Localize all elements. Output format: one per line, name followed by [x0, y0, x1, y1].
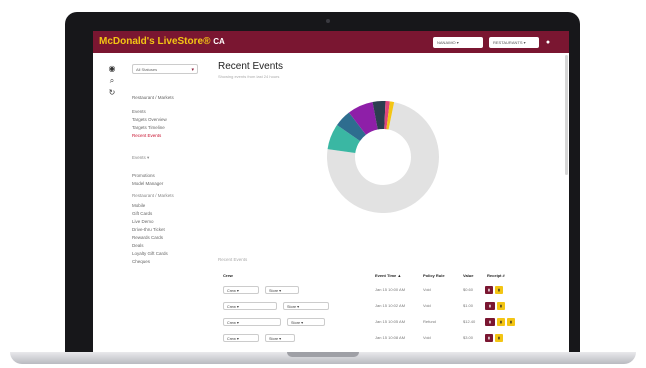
- table-row[interactable]: Crew ▾ Store ▾ Jan 15 10:08 AM Void $3.0…: [217, 331, 537, 347]
- store-select[interactable]: NANAIMO ▾: [433, 37, 483, 48]
- store-select[interactable]: Store ▾: [265, 286, 299, 294]
- flag-button[interactable]: ▮: [507, 318, 515, 326]
- refresh-icon[interactable]: ↻: [107, 88, 117, 98]
- store-select[interactable]: Store ▾: [287, 318, 325, 326]
- nav-item-loyalty-gift-cards[interactable]: Loyalty Gift Cards: [132, 250, 202, 258]
- nav-item-cheques[interactable]: Cheques: [132, 258, 202, 266]
- event-time: Jan 15 10:08 AM: [375, 335, 406, 340]
- store-select[interactable]: Store ▾: [283, 302, 329, 310]
- col-crew[interactable]: Crew: [223, 273, 233, 278]
- receipt-button[interactable]: ▮: [485, 302, 495, 310]
- status-select-value: All Statuses: [136, 67, 158, 72]
- nav-item-gift-cards[interactable]: Gift Cards: [132, 210, 202, 218]
- table-row[interactable]: Crew ▾ Store ▾ Jan 15 10:05 AM Refund $1…: [217, 315, 537, 331]
- brand-region: CA: [213, 37, 225, 46]
- nav-item-live-demo[interactable]: Live Demo: [132, 218, 202, 226]
- brand-name: McDonald's LiveStore®: [99, 36, 211, 47]
- table-row[interactable]: Crew ▾ Store ▾ Jan 15 10:02 AM Void $1.0…: [217, 299, 537, 315]
- nav-item-events[interactable]: Events: [132, 108, 202, 116]
- policy-rule: Void: [423, 335, 431, 340]
- receipt-button[interactable]: ▮: [485, 318, 495, 326]
- table-header: Crew Event Time ▲ Policy Rule Value Rece…: [217, 273, 537, 283]
- scrollbar[interactable]: [565, 55, 568, 175]
- receipt-button[interactable]: ▮: [485, 334, 493, 342]
- nav-item-drive-thru[interactable]: Drive-thru Ticket: [132, 226, 202, 234]
- crew-select[interactable]: Crew ▾: [223, 302, 277, 310]
- value: $12.40: [463, 319, 476, 324]
- policy-rule: Void: [423, 287, 431, 292]
- nav-item-targets-overview[interactable]: Targets Overview: [132, 116, 202, 124]
- user-icon[interactable]: ●: [543, 37, 553, 48]
- nav-item-mobile[interactable]: Mobile: [132, 202, 202, 210]
- col-receipt[interactable]: Receipt #: [487, 273, 505, 278]
- laptop-notch: [287, 352, 359, 357]
- sidebar-icons: ◉ ⌕ ↻: [107, 64, 119, 100]
- value: $1.00: [463, 303, 474, 308]
- policy-rule: Refund: [423, 319, 436, 324]
- restaurant-select[interactable]: RESTAURANTS ▾: [489, 37, 539, 48]
- col-event-time[interactable]: Event Time ▲: [375, 273, 401, 278]
- receipt-button[interactable]: ▮: [485, 286, 493, 294]
- event-time: Jan 15 10:02 AM: [375, 303, 406, 308]
- nav-group-events[interactable]: Events ▾: [132, 154, 202, 162]
- crew-select[interactable]: Crew ▾: [223, 286, 259, 294]
- crew-select[interactable]: Crew ▾: [223, 334, 259, 342]
- section-label: Recent Events: [218, 257, 248, 262]
- nav-item-deals[interactable]: Deals: [132, 242, 202, 250]
- col-policy-rule[interactable]: Policy Rule: [423, 273, 445, 278]
- page-title: Recent Events: [218, 61, 284, 72]
- crew-select[interactable]: Crew ▾: [223, 318, 281, 326]
- chevron-down-icon: ▾: [191, 67, 194, 73]
- col-value[interactable]: Value: [463, 273, 473, 278]
- nav-item-targets-timeline[interactable]: Targets Timeline: [132, 124, 202, 132]
- sidebar-nav: All Statuses ▾ Restaurant / Markets Even…: [132, 64, 202, 266]
- table-row[interactable]: Crew ▾ Store ▾ Jan 15 10:00 AM Void $0.6…: [217, 283, 537, 299]
- flag-button[interactable]: ▮: [495, 286, 503, 294]
- search-icon[interactable]: ⌕: [107, 76, 117, 86]
- status-select[interactable]: All Statuses ▾: [132, 64, 198, 74]
- event-time: Jan 15 10:00 AM: [375, 287, 406, 292]
- page-subtitle: Showing events from last 24 hours: [218, 74, 280, 79]
- store-select[interactable]: Store ▾: [265, 334, 295, 342]
- nav-item-promotions[interactable]: Promotions: [132, 172, 202, 180]
- top-bar: McDonald's LiveStore® CA NANAIMO ▾ RESTA…: [93, 31, 569, 53]
- nav-item-model-manager[interactable]: Model Manager: [132, 180, 202, 188]
- nav-group-restaurant-markets[interactable]: Restaurant / Markets: [132, 192, 202, 200]
- events-table: Crew Event Time ▲ Policy Rule Value Rece…: [217, 273, 537, 347]
- events-donut-chart: [327, 101, 439, 213]
- value: $0.60: [463, 287, 474, 292]
- value: $3.00: [463, 335, 474, 340]
- app-screen: McDonald's LiveStore® CA NANAIMO ▾ RESTA…: [93, 31, 569, 354]
- camera-icon: [326, 19, 330, 23]
- brand-logo: McDonald's LiveStore® CA: [99, 36, 225, 47]
- flag-button[interactable]: ▮: [497, 318, 505, 326]
- event-time: Jan 15 10:05 AM: [375, 319, 406, 324]
- nav-item-rewards-cards[interactable]: Rewards Cards: [132, 234, 202, 242]
- flag-button[interactable]: ▮: [495, 334, 503, 342]
- policy-rule: Void: [423, 303, 431, 308]
- nav-item-recent-events[interactable]: Recent Events: [132, 132, 202, 140]
- nav-item-restaurant-markets[interactable]: Restaurant / Markets: [132, 94, 202, 102]
- globe-icon[interactable]: ◉: [107, 64, 117, 74]
- flag-button[interactable]: ▮: [497, 302, 505, 310]
